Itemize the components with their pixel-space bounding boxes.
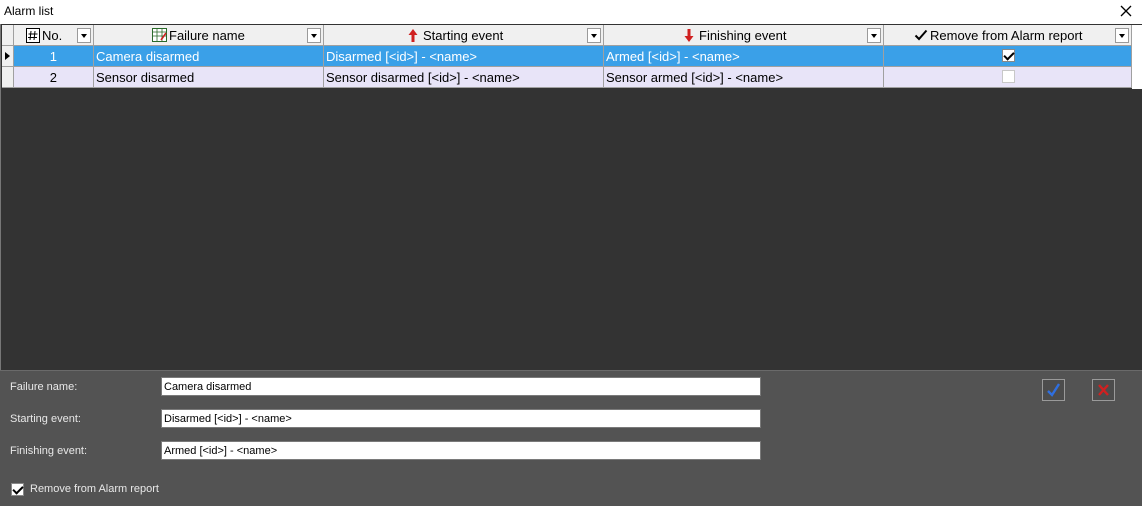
remove-from-report-label: Remove from Alarm report — [30, 483, 159, 495]
hash-icon — [26, 28, 40, 46]
row-indicator — [2, 67, 14, 88]
title-bar: Alarm list — [0, 0, 1142, 24]
chevron-down-icon[interactable] — [307, 28, 321, 43]
chevron-down-icon[interactable] — [867, 28, 881, 43]
column-label-no: No. — [42, 28, 63, 43]
row-indicator — [2, 46, 14, 67]
column-header-failure-name[interactable]: Failure name — [94, 25, 324, 46]
cell-no[interactable]: 2 — [14, 67, 94, 88]
column-header-finishing-event[interactable]: Finishing event — [604, 25, 884, 46]
chevron-down-icon[interactable] — [587, 28, 601, 43]
remove-from-report-checkbox[interactable] — [11, 483, 24, 496]
editor-panel: Failure name: Starting event: Finishing … — [0, 370, 1142, 506]
column-header-starting-event[interactable]: Starting event — [324, 25, 604, 46]
cross-red-icon — [1093, 384, 1114, 403]
column-label-starting-event: Starting event — [423, 28, 504, 43]
chevron-down-icon[interactable] — [1115, 28, 1129, 43]
checkmark-blue-icon — [1043, 383, 1064, 403]
remove-from-report-checkbox[interactable] — [1002, 49, 1015, 62]
column-header-no[interactable]: No. — [14, 25, 94, 46]
current-row-arrow-icon — [5, 52, 10, 60]
grid-header: No. Failure name Starting event Finishin… — [2, 25, 1132, 46]
apply-button[interactable] — [1042, 379, 1065, 401]
cell-finishing-event[interactable]: Armed [<id>] - <name> — [604, 46, 884, 67]
column-label-remove-from-report: Remove from Alarm report — [930, 28, 1083, 43]
finishing-event-label: Finishing event: — [10, 445, 88, 457]
scrollbar[interactable] — [1132, 25, 1142, 89]
chevron-down-icon[interactable] — [77, 28, 91, 43]
cell-failure-name[interactable]: Camera disarmed — [94, 46, 324, 67]
failure-name-label: Failure name: — [10, 381, 78, 393]
header-indicator-cell — [2, 25, 14, 46]
table-edit-icon — [152, 28, 168, 46]
remove-from-report-checkbox[interactable] — [1002, 70, 1015, 83]
cell-no[interactable]: 1 — [14, 46, 94, 67]
cell-remove-from-report — [884, 67, 1132, 88]
close-icon[interactable] — [1118, 3, 1134, 19]
table-row[interactable]: 1 Camera disarmed Disarmed [<id>] - <nam… — [2, 46, 1132, 67]
starting-event-input[interactable] — [161, 409, 761, 428]
column-label-finishing-event: Finishing event — [699, 28, 787, 43]
column-label-failure-name: Failure name — [169, 28, 245, 43]
arrow-down-red-icon — [684, 28, 694, 46]
finishing-event-input[interactable] — [161, 441, 761, 460]
cell-failure-name[interactable]: Sensor disarmed — [94, 67, 324, 88]
cell-starting-event[interactable]: Sensor disarmed [<id>] - <name> — [324, 67, 604, 88]
cancel-button[interactable] — [1092, 379, 1115, 401]
column-header-remove-from-report[interactable]: Remove from Alarm report — [884, 25, 1132, 46]
cell-remove-from-report — [884, 46, 1132, 67]
starting-event-label: Starting event: — [10, 413, 81, 425]
table-row[interactable]: 2 Sensor disarmed Sensor disarmed [<id>]… — [2, 67, 1132, 88]
cell-starting-event[interactable]: Disarmed [<id>] - <name> — [324, 46, 604, 67]
failure-name-input[interactable] — [161, 377, 761, 396]
cell-finishing-event[interactable]: Sensor armed [<id>] - <name> — [604, 67, 884, 88]
alarm-grid: No. Failure name Starting event Finishin… — [0, 24, 1142, 370]
window-title: Alarm list — [4, 4, 54, 18]
checkmark-icon — [914, 28, 928, 45]
arrow-up-red-icon — [408, 28, 418, 46]
